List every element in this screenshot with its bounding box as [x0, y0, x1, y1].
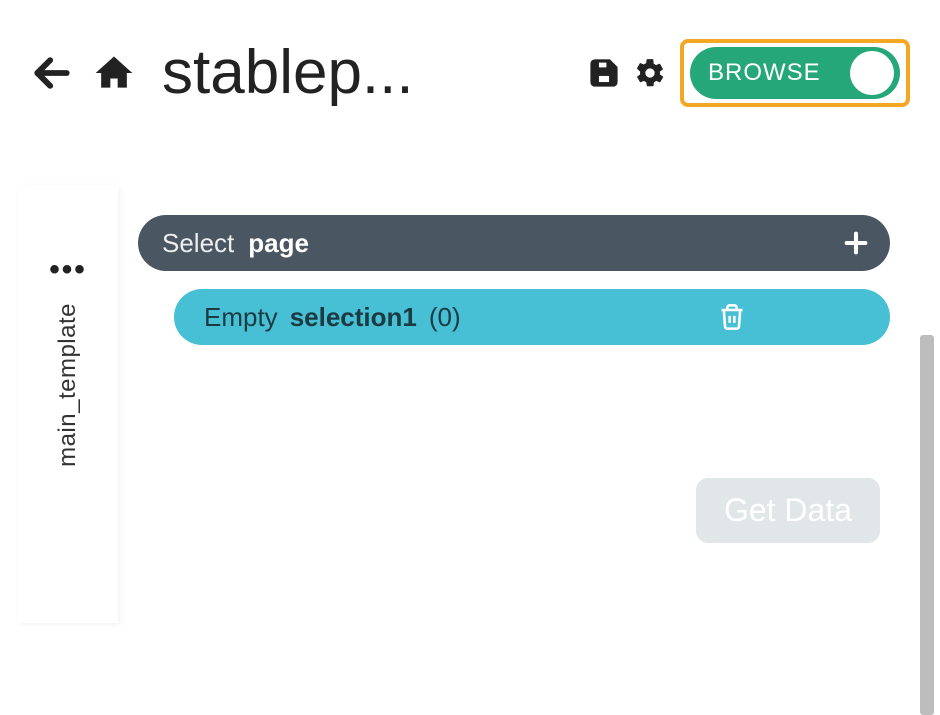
save-icon[interactable]: [588, 57, 620, 89]
plus-icon[interactable]: [842, 229, 870, 257]
header-actions: BROWSE: [588, 39, 910, 107]
toggle-knob: [850, 51, 894, 95]
selection-row[interactable]: Empty selection1 (0): [174, 289, 890, 345]
get-data-button[interactable]: Get Data: [696, 478, 880, 543]
selection-label: Empty selection1 (0): [204, 302, 461, 333]
browse-toggle-highlight: BROWSE: [680, 39, 910, 107]
select-target: page: [248, 228, 309, 259]
more-icon[interactable]: •••: [49, 255, 87, 285]
select-prefix: Select: [162, 228, 234, 259]
gear-icon[interactable]: [634, 57, 666, 89]
main-panel: Select page Empty selection1 (0): [118, 135, 940, 623]
select-page-row[interactable]: Select page: [138, 215, 890, 271]
content-area: ••• main_template Select page Empty sele…: [0, 135, 940, 623]
scrollbar[interactable]: [920, 335, 934, 715]
header: stablep... BROWSE: [0, 0, 940, 135]
back-icon[interactable]: [30, 51, 74, 95]
trash-icon[interactable]: [718, 302, 866, 332]
selection-count: (0): [429, 302, 461, 333]
selection-status: Empty: [204, 302, 278, 333]
browse-toggle-label: BROWSE: [708, 59, 821, 87]
sidebar: ••• main_template: [18, 185, 118, 623]
page-title: stablep...: [162, 37, 414, 108]
select-page-label: Select page: [162, 228, 309, 259]
sidebar-tab-main-template[interactable]: main_template: [54, 303, 82, 467]
browse-toggle[interactable]: BROWSE: [690, 47, 900, 99]
home-icon[interactable]: [92, 51, 136, 95]
selection-name: selection1: [290, 302, 417, 333]
